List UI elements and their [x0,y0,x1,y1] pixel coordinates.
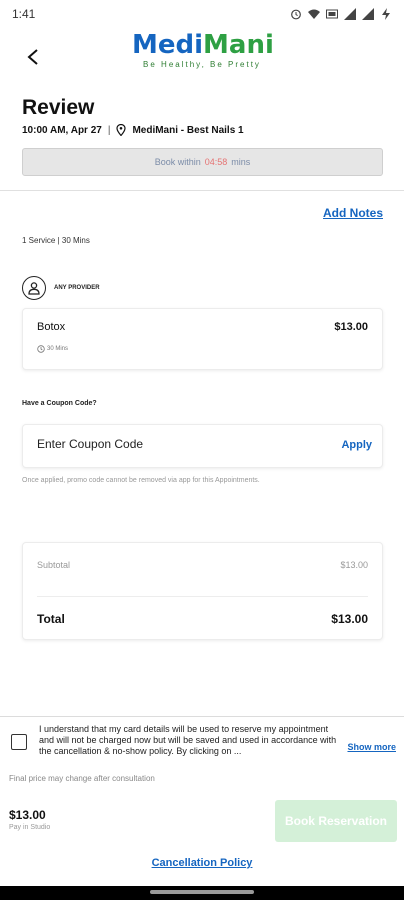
appointment-datetime: 10:00 AM, Apr 27 [22,124,102,136]
service-price: $13.00 [334,321,368,333]
logo-medi: Medi [132,30,204,60]
timer-suffix: mins [231,157,251,167]
signal-icon [344,8,356,20]
app-logo: MediMani Be Healthy, Be Pretty [132,30,274,76]
header-divider [0,190,404,191]
back-button[interactable] [18,42,48,72]
total-value: $13.00 [331,612,368,626]
network-type-icon [326,9,338,19]
appointment-location: MediMani - Best Nails 1 [132,124,244,136]
total-label: Total [37,612,65,626]
footer-divider [0,716,404,717]
status-icons [290,8,392,20]
coupon-card: Apply [22,424,383,468]
apply-coupon-button[interactable]: Apply [341,439,372,451]
service-summary: 1 Service | 30 Mins [22,236,90,245]
final-price-note: Final price may change after consultatio… [9,774,155,783]
appointment-info: 10:00 AM, Apr 27 | MediMani - Best Nails… [22,124,244,136]
status-time: 1:41 [12,7,36,21]
totals-card: Subtotal $13.00 Total $13.00 [22,542,383,640]
info-separator: | [107,124,111,136]
logo-tagline: Be Healthy, Be Pretty [143,60,261,69]
service-duration-text: 30 Mins [47,346,69,352]
signal-icon-2 [362,8,374,20]
home-gesture-handle[interactable] [150,890,254,894]
agreement-text: I understand that my card details will b… [39,724,337,756]
page-title: Review [22,96,95,119]
booking-timer-banner: Book within 04:58 mins [22,148,383,176]
provider-label: ANY PROVIDER [54,285,100,291]
logo-wordmark: MediMani [132,30,274,60]
show-more-link[interactable]: Show more [347,742,396,752]
footer-price: $13.00 [9,808,46,822]
provider-avatar [22,276,46,300]
alarm-icon [291,9,301,20]
coupon-note: Once applied, promo code cannot be remov… [22,477,260,484]
subtotal-label: Subtotal [37,560,71,570]
agreement-checkbox[interactable] [11,734,27,750]
subtotal-value: $13.00 [340,560,368,570]
cancellation-policy-link[interactable]: Cancellation Policy [0,857,404,869]
person-icon [28,282,40,295]
add-notes-link[interactable]: Add Notes [323,206,383,220]
timer-countdown: 04:58 [204,157,228,167]
logo-mani: Mani [203,30,274,60]
wifi-icon [308,9,320,19]
totals-divider [37,596,368,597]
timer-prefix: Book within [154,157,201,167]
book-reservation-button[interactable]: Book Reservation [275,800,397,842]
location-pin-icon [116,124,127,136]
coupon-question: Have a Coupon Code? [22,400,97,407]
provider-row[interactable]: ANY PROVIDER [22,276,100,300]
coupon-code-input[interactable] [37,437,297,451]
service-card: Botox $13.00 30 Mins [22,308,383,370]
battery-icon [382,8,390,20]
status-bar: 1:41 [0,0,404,28]
service-duration: 30 Mins [37,345,68,353]
service-name: Botox [37,321,66,333]
back-arrow-icon [27,49,38,65]
system-nav-bar [0,886,404,900]
footer-price-sub: Pay in Studio [9,824,51,831]
clock-icon [37,345,45,353]
